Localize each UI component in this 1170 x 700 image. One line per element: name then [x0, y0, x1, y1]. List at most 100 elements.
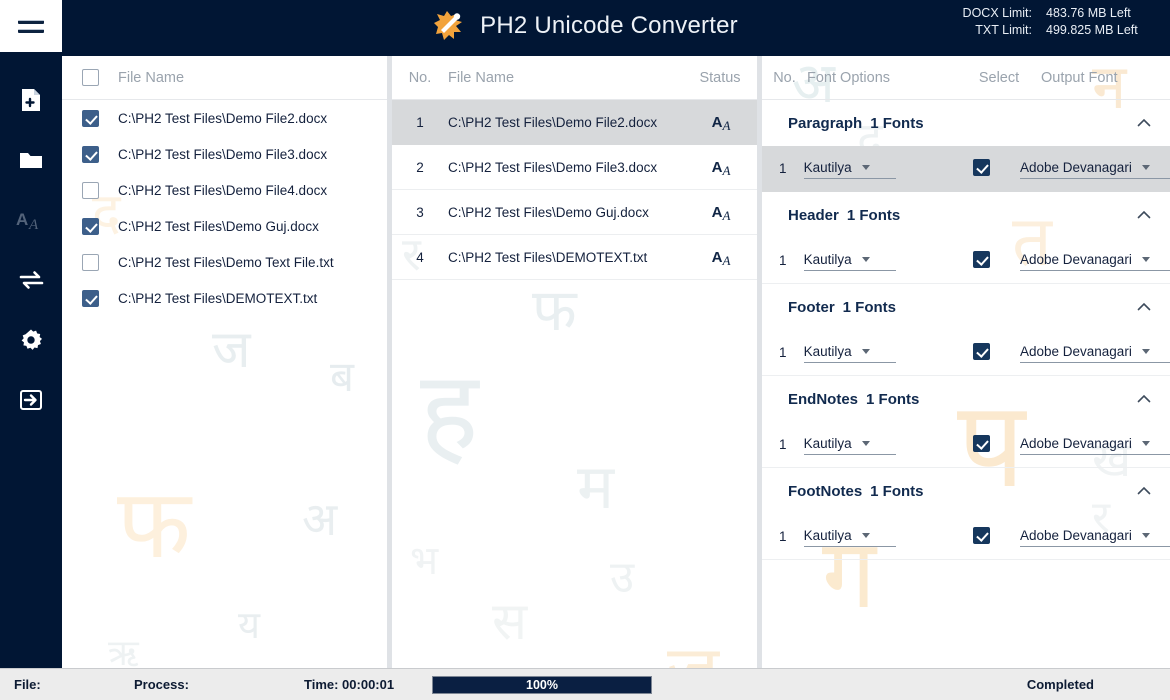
app-window: PH2 Unicode Converter DOCX Limit: 483.76…	[0, 0, 1170, 700]
queue-column-header: No. File Name Status	[392, 56, 757, 100]
output-font-value: Adobe Devanagari	[1019, 344, 1132, 359]
file-list-item[interactable]: C:\PH2 Test Files\Demo Text File.txt	[62, 244, 387, 280]
input-font-dropdown[interactable]: Kautilya	[803, 158, 896, 179]
output-font-dropdown[interactable]: Adobe Devanagari	[1019, 158, 1170, 179]
file-checkbox[interactable]	[81, 181, 99, 199]
input-font-dropdown[interactable]: Kautilya	[803, 250, 896, 271]
queue-list-item[interactable]: 4 C:\PH2 Test Files\DEMOTEXT.txt AA	[392, 235, 757, 280]
file-list-item[interactable]: C:\PH2 Test Files\DEMOTEXT.txt	[62, 280, 387, 316]
font-mapping-row[interactable]: 1 Kautilya Adobe Devanagari	[762, 330, 1170, 376]
fonts-section-count: 1 Fonts	[842, 298, 897, 316]
status-process-label: Process:	[134, 677, 189, 692]
font-convert-icon: AA	[711, 158, 731, 178]
sidebar-item-font-convert[interactable]: A A	[9, 200, 53, 240]
chevron-up-icon[interactable]	[1136, 207, 1152, 223]
chevron-up-icon[interactable]	[1136, 115, 1152, 131]
select-all-checkbox[interactable]	[81, 69, 99, 86]
sidebar-item-add-file[interactable]	[9, 80, 53, 120]
output-font-dropdown[interactable]: Adobe Devanagari	[1019, 342, 1170, 363]
font-row-no: 1	[779, 529, 787, 544]
file-checkbox[interactable]	[81, 109, 99, 127]
queue-list-item[interactable]: 3 C:\PH2 Test Files\Demo Guj.docx AA	[392, 190, 757, 235]
font-select-checkbox[interactable]	[972, 158, 990, 176]
file-list-item[interactable]: C:\PH2 Test Files\Demo File3.docx	[62, 136, 387, 172]
chevron-down-icon	[1141, 349, 1150, 354]
file-name-label: C:\PH2 Test Files\Demo File3.docx	[118, 146, 328, 162]
fonts-panel: अनदपखतगर No. Font Options Select Output …	[762, 56, 1170, 668]
font-mapping-row[interactable]: 1 Kautilya Adobe Devanagari	[762, 514, 1170, 560]
input-font-value: Kautilya	[803, 436, 852, 451]
status-time-label: Time: 00:00:01	[304, 677, 395, 692]
queue-list-item[interactable]: 1 C:\PH2 Test Files\Demo File2.docx AA	[392, 100, 757, 145]
fonts-section-title: Footer	[788, 298, 835, 316]
add-file-icon	[20, 88, 42, 112]
input-font-dropdown[interactable]: Kautilya	[803, 526, 896, 547]
hamburger-menu-button[interactable]	[0, 0, 62, 52]
chevron-up-icon[interactable]	[1136, 299, 1152, 315]
font-select-checkbox[interactable]	[972, 342, 990, 360]
file-checkbox[interactable]	[81, 253, 99, 271]
file-checkbox[interactable]	[81, 145, 99, 163]
queue-row-no: 2	[416, 159, 424, 175]
queue-row-no: 4	[416, 249, 424, 265]
file-list-item[interactable]: C:\PH2 Test Files\Demo File2.docx	[62, 100, 387, 136]
svg-text:A: A	[28, 217, 39, 231]
sidebar-item-open-folder[interactable]	[9, 140, 53, 180]
txt-limit-value: 499.825 MB Left	[1046, 23, 1138, 37]
file-checkbox[interactable]	[81, 289, 99, 307]
queue-list-item[interactable]: 2 C:\PH2 Test Files\Demo File3.docx AA	[392, 145, 757, 190]
folder-icon	[19, 150, 43, 170]
chevron-up-icon[interactable]	[1136, 483, 1152, 499]
font-convert-icon: AA	[711, 248, 731, 268]
sidebar-rail: A A	[0, 52, 62, 700]
output-font-dropdown[interactable]: Adobe Devanagari	[1019, 250, 1170, 271]
queue-row-no: 3	[416, 204, 424, 220]
chevron-down-icon	[861, 349, 870, 354]
input-font-value: Kautilya	[803, 344, 852, 359]
fonts-section-header[interactable]: Footer 1 Fonts	[762, 284, 1170, 330]
output-font-dropdown[interactable]: Adobe Devanagari	[1019, 526, 1170, 547]
file-checkbox[interactable]	[81, 217, 99, 235]
chevron-up-icon[interactable]	[1136, 391, 1152, 407]
chevron-down-icon	[861, 533, 870, 538]
file-list-item[interactable]: C:\PH2 Test Files\Demo Guj.docx	[62, 208, 387, 244]
fonts-header-no: No.	[773, 69, 796, 86]
fonts-section-header[interactable]: Paragraph 1 Fonts	[762, 100, 1170, 146]
sidebar-item-exit[interactable]	[9, 380, 53, 420]
hamburger-icon	[18, 19, 44, 33]
sidebar-item-settings[interactable]	[9, 320, 53, 360]
sidebar-item-swap[interactable]	[9, 260, 53, 300]
font-convert-icon: A A	[16, 209, 46, 231]
file-list-item[interactable]: C:\PH2 Test Files\Demo File4.docx	[62, 172, 387, 208]
fonts-section-header[interactable]: FootNotes 1 Fonts	[762, 468, 1170, 514]
input-font-dropdown[interactable]: Kautilya	[803, 434, 896, 455]
font-select-checkbox[interactable]	[972, 250, 990, 268]
fonts-section-header[interactable]: EndNotes 1 Fonts	[762, 376, 1170, 422]
input-font-value: Kautilya	[803, 528, 852, 543]
fonts-section-title: EndNotes	[788, 390, 859, 408]
status-bar: File: Process: Time: 00:00:01 100% Compl…	[0, 668, 1170, 700]
limits-group: DOCX Limit: 483.76 MB Left TXT Limit: 49…	[946, 6, 1158, 37]
chevron-down-icon	[1141, 533, 1150, 538]
fonts-section-header[interactable]: Header 1 Fonts	[762, 192, 1170, 238]
fonts-section-title: FootNotes	[788, 482, 863, 500]
output-font-dropdown[interactable]: Adobe Devanagari	[1019, 434, 1170, 455]
font-mapping-row[interactable]: 1 Kautilya Adobe Devanagari	[762, 238, 1170, 284]
font-select-checkbox[interactable]	[972, 434, 990, 452]
queue-header-status: Status	[699, 69, 741, 86]
output-font-value: Adobe Devanagari	[1019, 252, 1132, 267]
font-row-no: 1	[779, 161, 787, 176]
font-mapping-row[interactable]: 1 Kautilya Adobe Devanagari	[762, 146, 1170, 192]
font-row-no: 1	[779, 253, 787, 268]
font-select-checkbox[interactable]	[972, 526, 990, 544]
chevron-down-icon	[861, 165, 870, 170]
docx-limit-label: DOCX Limit:	[962, 6, 1032, 20]
input-font-dropdown[interactable]: Kautilya	[803, 342, 896, 363]
gear-icon	[19, 328, 43, 352]
queue-panel: सडरहफमभउसज No. File Name Status 1C:\PH2 …	[392, 56, 757, 668]
font-row-no: 1	[779, 345, 787, 360]
fonts-section-count: 1 Fonts	[870, 114, 924, 132]
queue-list: 1 C:\PH2 Test Files\Demo File2.docx AA 2 C:\…	[392, 100, 757, 280]
chevron-down-icon	[861, 441, 870, 446]
font-mapping-row[interactable]: 1 Kautilya Adobe Devanagari	[762, 422, 1170, 468]
